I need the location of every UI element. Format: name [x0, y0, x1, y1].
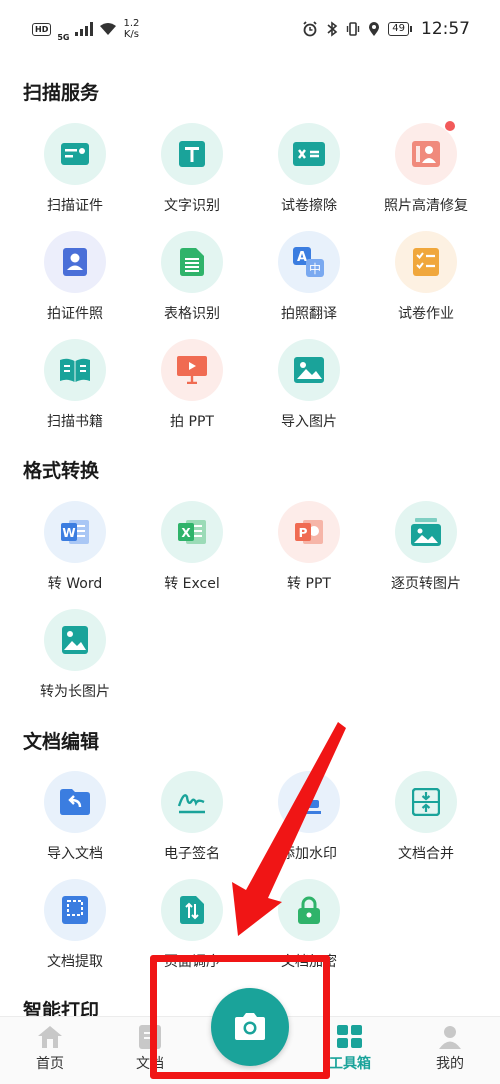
alarm-icon: [303, 21, 317, 37]
reorder-icon: [180, 896, 204, 924]
tool-add-watermark[interactable]: 添加水印: [247, 771, 371, 863]
annotation-highlight-box: [150, 955, 330, 1079]
status-left: HD 5G 1.2 K/s: [32, 17, 139, 42]
tool-scan-book[interactable]: 扫描书籍: [13, 339, 137, 431]
tool-label: 导入图片: [281, 414, 337, 430]
homework-icon: [413, 248, 439, 276]
svg-text:W: W: [62, 526, 75, 540]
section-title-edit: 文档编辑: [23, 731, 100, 753]
section-title-convert: 格式转换: [23, 460, 100, 482]
tool-label: 转 PPT: [287, 576, 331, 592]
svg-text:P: P: [299, 526, 308, 540]
profile-icon: [439, 1026, 461, 1049]
lock-icon: [298, 896, 320, 924]
network-speed: 1.2 K/s: [123, 18, 139, 40]
nav-toolbox-label: 工具箱: [329, 1056, 371, 1072]
excel-icon: X: [178, 520, 206, 544]
long-image-icon: [62, 626, 88, 654]
tool-label: 扫描书籍: [47, 414, 103, 430]
nav-mine-label: 我的: [436, 1056, 464, 1072]
pages-to-image-icon: [411, 518, 441, 546]
clock: 12:57: [421, 19, 470, 39]
tool-scan-id[interactable]: 扫描证件: [13, 123, 137, 215]
signal-icon: [75, 22, 94, 36]
nav-mine[interactable]: 我的: [400, 1017, 500, 1084]
home-icon: [38, 1026, 62, 1048]
signature-icon: [177, 794, 205, 814]
tool-exam-erase[interactable]: 试卷擦除: [247, 123, 371, 215]
tool-to-excel[interactable]: X 转 Excel: [130, 501, 254, 593]
tool-to-ppt[interactable]: P 转 PPT: [247, 501, 371, 593]
import-doc-icon: [60, 789, 90, 815]
new-badge-dot: [445, 121, 455, 131]
battery-icon: 49: [388, 22, 412, 36]
tool-label: 文档合并: [398, 846, 454, 862]
toolbox-icon: [337, 1025, 362, 1048]
tool-label: 文字识别: [164, 198, 220, 214]
tool-label: 表格识别: [164, 306, 220, 322]
tool-label: 转为长图片: [40, 684, 110, 700]
speed-value: 1.2: [123, 18, 140, 29]
nav-home-label: 首页: [36, 1056, 64, 1072]
photo-restore-icon: [412, 141, 440, 167]
wifi-icon: [100, 23, 117, 35]
id-photo-icon: [63, 248, 87, 276]
merge-icon: [412, 788, 440, 816]
tool-pages-to-image[interactable]: 逐页转图片: [364, 501, 488, 593]
tool-to-word[interactable]: W 转 Word: [13, 501, 137, 593]
svg-text:A: A: [297, 250, 307, 265]
tool-label: 扫描证件: [47, 198, 103, 214]
tool-label: 转 Excel: [164, 576, 220, 592]
table-icon: [180, 248, 204, 276]
tool-photo-translate[interactable]: A中 拍照翻译: [247, 231, 371, 323]
hd-badge: HD: [32, 22, 52, 36]
translate-icon: A中: [293, 247, 324, 277]
id-card-icon: [61, 143, 89, 165]
ppt-icon: P: [295, 520, 323, 544]
speed-unit: K/s: [123, 29, 139, 40]
tool-label: 拍照翻译: [281, 306, 337, 322]
tool-id-photo[interactable]: 拍证件照: [13, 231, 137, 323]
tool-label: 电子签名: [164, 846, 220, 862]
tool-table-recognition[interactable]: 表格识别: [130, 231, 254, 323]
tool-label: 文档提取: [47, 954, 103, 970]
text-t-icon: [179, 141, 205, 167]
tool-capture-ppt[interactable]: 拍 PPT: [130, 339, 254, 431]
tool-e-signature[interactable]: 电子签名: [130, 771, 254, 863]
tool-label: 导入文档: [47, 846, 103, 862]
status-right: 49 12:57: [302, 19, 470, 39]
section-title-scan: 扫描服务: [23, 82, 100, 104]
ppt-screen-icon: [177, 356, 207, 384]
tool-import-image[interactable]: 导入图片: [247, 339, 371, 431]
watermark-icon: [297, 790, 321, 814]
tool-label: 逐页转图片: [391, 576, 461, 592]
svg-text:X: X: [181, 526, 191, 540]
tool-label: 试卷擦除: [281, 198, 337, 214]
tool-label: 拍 PPT: [170, 414, 214, 430]
tool-to-long-image[interactable]: 转为长图片: [13, 609, 137, 701]
network-type: 5G: [57, 32, 70, 42]
tool-label: 转 Word: [47, 576, 103, 592]
bluetooth-icon: [327, 21, 338, 37]
tool-merge-document[interactable]: 文档合并: [364, 771, 488, 863]
vibrate-icon: [347, 22, 360, 36]
tool-label: 拍证件照: [47, 306, 103, 322]
tool-label: 照片高清修复: [384, 198, 468, 214]
svg-text:中: 中: [309, 261, 321, 276]
tool-label: 试卷作业: [398, 306, 454, 322]
tool-text-recognition[interactable]: 文字识别: [130, 123, 254, 215]
word-icon: W: [61, 520, 89, 544]
tool-extract-document[interactable]: 文档提取: [13, 879, 137, 971]
tool-label: 添加水印: [281, 846, 337, 862]
extract-icon: [62, 896, 88, 924]
tool-homework[interactable]: 试卷作业: [364, 231, 488, 323]
exam-erase-icon: [293, 142, 325, 166]
book-icon: [60, 358, 90, 382]
location-icon: [369, 22, 380, 36]
nav-home[interactable]: 首页: [0, 1017, 100, 1084]
image-icon: [294, 357, 324, 383]
tool-import-document[interactable]: 导入文档: [13, 771, 137, 863]
tool-photo-restore[interactable]: 照片高清修复: [364, 121, 488, 215]
status-bar: HD 5G 1.2 K/s 49 12:57: [0, 0, 500, 58]
